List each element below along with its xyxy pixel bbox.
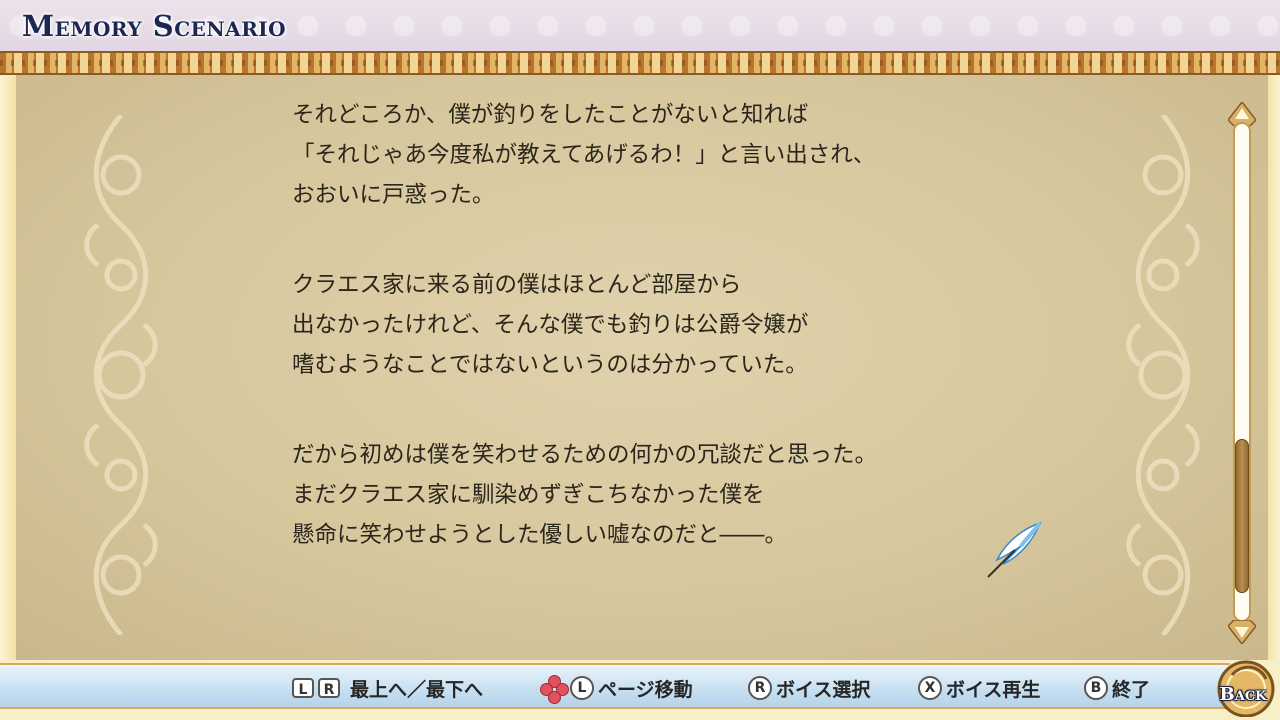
back-button[interactable]: Back [1212, 684, 1274, 705]
hint-page-move[interactable]: L ページ移動 [540, 665, 693, 711]
hint-voice-play[interactable]: X ボイス再生 [918, 665, 1040, 711]
text-line: それどころか、僕が釣りをしたことがないと知れば [292, 102, 809, 128]
header-bar: Memory Scenario [0, 0, 1280, 52]
left-ornament [78, 113, 164, 637]
text-line: 「それじゃあ今度私が教えてあげるわ！」と言い出され、 [292, 142, 876, 168]
text-line: だから初めは僕を笑わせるための何かの冗談だと思った。 [292, 442, 878, 468]
hint-label: 最上へ／最下へ [350, 678, 484, 701]
l-stick-icon: L [570, 676, 594, 700]
r-button-icon: R [318, 678, 340, 698]
scroll-cap-bottom-icon [1228, 620, 1256, 644]
right-frame-strip [1268, 75, 1280, 660]
hint-end[interactable]: B 終了 [1084, 665, 1150, 711]
x-button-icon: X [918, 676, 942, 700]
dpad-icon [540, 675, 569, 704]
left-frame-strip [0, 75, 16, 660]
scrollbar[interactable] [1226, 102, 1258, 644]
text-line: クラエス家に来る前の僕はほとんど部屋から [292, 272, 742, 298]
hint-voice-select[interactable]: R ボイス選択 [748, 665, 870, 711]
quill-icon [985, 520, 1045, 580]
r-stick-icon: R [748, 676, 772, 700]
scroll-thumb[interactable] [1235, 439, 1249, 593]
text-line: 嗜むようなことではないというのは分かっていた。 [292, 352, 808, 378]
control-hint-bar: L R 最上へ／最下へ L ページ移動 R ボイス選択 X ボイス再生 B 終了 [0, 663, 1230, 709]
text-line: おおいに戸惑った。 [292, 182, 495, 208]
screen-title: Memory Scenario [22, 9, 287, 43]
l-button-icon: L [292, 678, 314, 698]
right-ornament [1120, 113, 1206, 637]
hint-label: 終了 [1112, 678, 1151, 701]
text-line: 懸命に笑わせようとした優しい嘘なのだと――。 [292, 522, 788, 548]
hint-top-bottom[interactable]: L R 最上へ／最下へ [292, 665, 483, 711]
memory-text: それどころか、僕が釣りをしたことがないと知れば 「それじゃあ今度私が教えてあげる… [292, 95, 1012, 555]
hint-label: ページ移動 [598, 678, 693, 701]
text-line: 出なかったけれど、そんな僕でも釣りは公爵令嬢が [292, 312, 809, 338]
hint-label: ボイス選択 [776, 678, 871, 701]
header-ornamental-border [0, 51, 1280, 75]
b-button-icon: B [1084, 676, 1108, 700]
text-line: まだクラエス家に馴染めずぎこちなかった僕を [292, 482, 765, 508]
hint-label: ボイス再生 [946, 678, 1041, 701]
